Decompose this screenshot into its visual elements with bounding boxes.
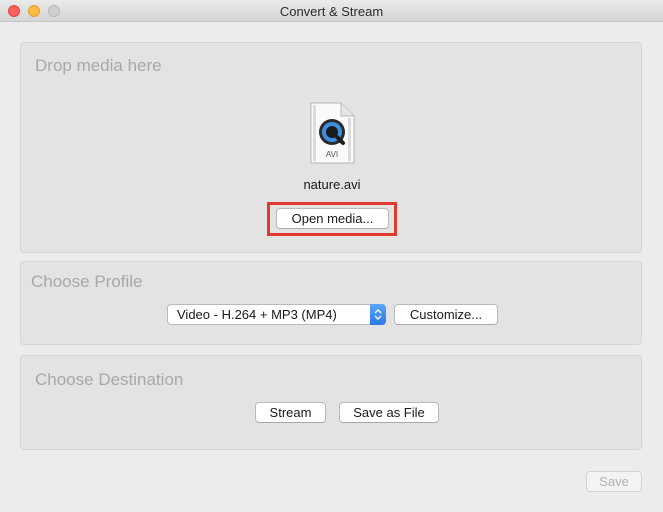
save-as-file-button[interactable]: Save as File: [339, 402, 439, 423]
convert-stream-window: Convert & Stream Drop media here AVI nat…: [0, 0, 663, 512]
svg-text:AVI: AVI: [326, 150, 338, 159]
quicktime-file-icon: AVI: [310, 102, 355, 164]
stream-button[interactable]: Stream: [255, 402, 326, 423]
customize-button[interactable]: Customize...: [394, 304, 498, 325]
title-bar: Convert & Stream: [0, 0, 663, 22]
file-name-label: nature.avi: [303, 177, 361, 192]
open-media-button[interactable]: Open media...: [276, 208, 389, 229]
profile-select-value: Video - H.264 + MP3 (MP4): [177, 307, 337, 322]
drop-media-heading: Drop media here: [35, 56, 162, 75]
drop-media-panel[interactable]: Drop media here AVI nature.avi Open medi…: [20, 42, 642, 253]
choose-profile-heading: Choose Profile: [31, 272, 143, 291]
profile-select[interactable]: Video - H.264 + MP3 (MP4): [167, 304, 386, 325]
choose-profile-panel: Choose Profile Video - H.264 + MP3 (MP4)…: [20, 261, 642, 345]
up-down-chevron-icon[interactable]: [370, 304, 386, 325]
choose-destination-panel: Choose Destination Stream Save as File: [20, 355, 642, 450]
save-button[interactable]: Save: [586, 471, 642, 492]
window-title: Convert & Stream: [279, 4, 384, 19]
choose-destination-heading: Choose Destination: [35, 370, 184, 389]
